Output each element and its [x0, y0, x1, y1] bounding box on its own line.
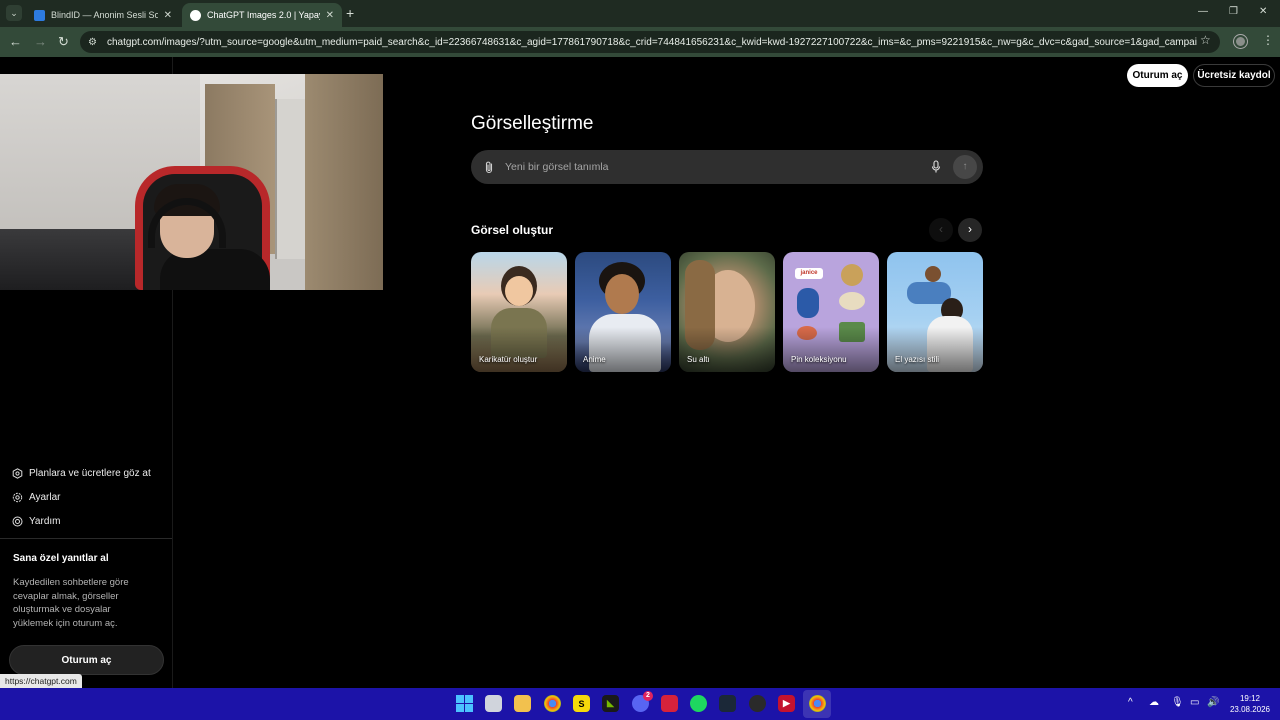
page-title: Görselleştirme — [471, 113, 594, 134]
sidebar-login-button[interactable]: Oturum aç — [9, 645, 164, 675]
chatgpt-page: Planlara ve ücretlere göz at Ayarlar Yar… — [0, 57, 1280, 688]
bookmark-star-icon[interactable]: ☆ — [1200, 33, 1211, 47]
sidebar-divider — [0, 538, 172, 539]
sidebar-item-label: Planlara ve ücretlere göz at — [29, 468, 151, 479]
volume-icon[interactable]: 🔊 — [1207, 697, 1219, 708]
status-bar-url: https://chatgpt.com — [0, 674, 82, 688]
chrome-active-icon[interactable] — [809, 695, 826, 712]
attach-paperclip-icon[interactable] — [483, 160, 495, 174]
sticky-s-app-icon[interactable]: S — [573, 695, 590, 712]
carousel-next-button[interactable]: › — [958, 218, 982, 242]
card-shade — [679, 327, 775, 372]
tray-expand-icon[interactable]: ^ — [1128, 697, 1133, 708]
person-pin-icon — [797, 288, 819, 318]
back-icon[interactable]: ← — [9, 34, 22, 49]
style-card-underwater[interactable]: Su altı — [679, 252, 775, 372]
card-art — [605, 274, 639, 314]
tab-search-button[interactable]: ⌄ — [6, 5, 22, 21]
clock-date: 23.08.2026 — [1229, 705, 1271, 714]
plans-icon — [12, 468, 23, 479]
close-window-icon[interactable]: ✕ — [1259, 6, 1267, 17]
windows-start-icon[interactable] — [456, 695, 473, 712]
style-card-pin-collection[interactable]: janice Pin koleksiyonu — [783, 252, 879, 372]
network-icon[interactable]: ▭ — [1190, 697, 1199, 708]
red-app-icon[interactable] — [661, 695, 678, 712]
game-app-icon[interactable] — [749, 695, 766, 712]
card-label: Anime — [583, 355, 606, 364]
card-label: Pin koleksiyonu — [791, 355, 847, 364]
browser-tab-blindid[interactable]: BlindID — Anonim Sesli Sohbet ✕ — [26, 3, 180, 27]
chrome-icon[interactable] — [544, 695, 561, 712]
browser-menu-icon[interactable]: ⋮ — [1262, 33, 1274, 47]
janice-pin-icon: janice — [795, 268, 823, 279]
webcam-wardrobe-door — [305, 74, 383, 290]
browser-toolbar: ← → ↻ ⚙ chatgpt.com/images/?utm_source=g… — [0, 27, 1280, 57]
help-icon — [12, 516, 23, 527]
onedrive-icon[interactable]: ☁ — [1149, 697, 1159, 708]
card-label: Su altı — [687, 355, 710, 364]
promo-title: Sana özel yanıtlar al — [13, 553, 109, 564]
media-player-icon[interactable]: ▶ — [778, 695, 795, 712]
blindid-favicon-icon — [34, 9, 45, 21]
header-signup-button[interactable]: Ücretsiz kaydol — [1193, 64, 1275, 87]
address-bar[interactable]: ⚙ chatgpt.com/images/?utm_source=google&… — [80, 31, 1220, 53]
palette-pin-icon — [841, 264, 863, 286]
nvidia-icon[interactable]: ◣ — [602, 695, 619, 712]
microphone-tray-icon[interactable]: 🎙 — [1171, 697, 1184, 708]
sidebar-item-label: Ayarlar — [29, 492, 61, 503]
card-shade — [471, 327, 567, 372]
new-tab-button[interactable]: + — [346, 5, 354, 21]
profile-avatar[interactable] — [1234, 35, 1247, 48]
spotify-icon[interactable] — [690, 695, 707, 712]
sidebar-item-label: Yardım — [29, 516, 61, 527]
minimize-icon[interactable]: — — [1198, 6, 1208, 17]
steam-icon[interactable] — [719, 695, 736, 712]
card-label: El yazısı stili — [895, 355, 940, 364]
header-login-button[interactable]: Oturum aç — [1127, 64, 1188, 87]
section-title: Görsel oluştur — [471, 223, 554, 237]
promo-text: Kaydedilen sohbetlere göre cevaplar alma… — [13, 577, 129, 629]
browser-tab-chatgpt[interactable]: ChatGPT Images 2.0 | Yapay Zek ✕ — [182, 3, 342, 27]
card-shade — [783, 327, 879, 372]
taskbar: S ◣ 2 ▶ ^ ☁ 🎙 ▭ 🔊 19:12 23.08.2026 — [0, 688, 1280, 720]
task-view-icon[interactable] — [485, 695, 502, 712]
close-tab-icon[interactable]: ✕ — [326, 10, 334, 21]
card-shade — [887, 327, 983, 372]
clock-time: 19:12 — [1239, 694, 1261, 703]
send-arrow-icon[interactable]: ↑ — [953, 155, 977, 179]
discord-icon[interactable]: 2 — [632, 691, 653, 712]
card-art — [925, 266, 941, 282]
image-prompt-input[interactable]: Yeni bir görsel tanımla ↑ — [471, 150, 983, 184]
site-info-icon[interactable]: ⚙ — [88, 37, 100, 48]
tab-title: ChatGPT Images 2.0 | Yapay Zek — [207, 10, 320, 20]
style-card-caricature[interactable]: Karikatür oluştur — [471, 252, 567, 372]
gear-icon — [12, 492, 23, 503]
bowl-pin-icon — [839, 292, 865, 310]
reload-icon[interactable]: ↻ — [58, 34, 69, 50]
system-clock[interactable]: 19:12 23.08.2026 — [1226, 693, 1274, 715]
file-explorer-icon[interactable] — [514, 695, 531, 712]
webcam-overlay — [0, 74, 383, 290]
card-art — [505, 276, 533, 306]
carousel-prev-button[interactable]: ‹ — [929, 218, 953, 242]
sidebar-item-settings[interactable]: Ayarlar — [12, 492, 61, 503]
sidebar-item-help[interactable]: Yardım — [12, 516, 61, 527]
url-text: chatgpt.com/images/?utm_source=google&ut… — [107, 36, 1197, 48]
discord-badge: 2 — [643, 691, 653, 701]
sidebar-item-plans[interactable]: Planlara ve ücretlere göz at — [12, 468, 151, 479]
style-card-anime[interactable]: Anime — [575, 252, 671, 372]
restore-icon[interactable]: ❐ — [1229, 6, 1238, 17]
forward-icon[interactable]: → — [34, 34, 47, 49]
browser-tab-strip: ⌄ BlindID — Anonim Sesli Sohbet ✕ ChatGP… — [0, 0, 1280, 27]
chatgpt-favicon-icon — [190, 9, 201, 21]
close-tab-icon[interactable]: ✕ — [164, 10, 172, 21]
card-shade — [575, 327, 671, 372]
style-card-handwriting[interactable]: El yazısı stili — [887, 252, 983, 372]
card-label: Karikatür oluştur — [479, 355, 538, 364]
prompt-placeholder: Yeni bir görsel tanımla — [505, 161, 609, 173]
microphone-icon[interactable] — [930, 160, 942, 174]
tab-title: BlindID — Anonim Sesli Sohbet — [51, 10, 158, 20]
